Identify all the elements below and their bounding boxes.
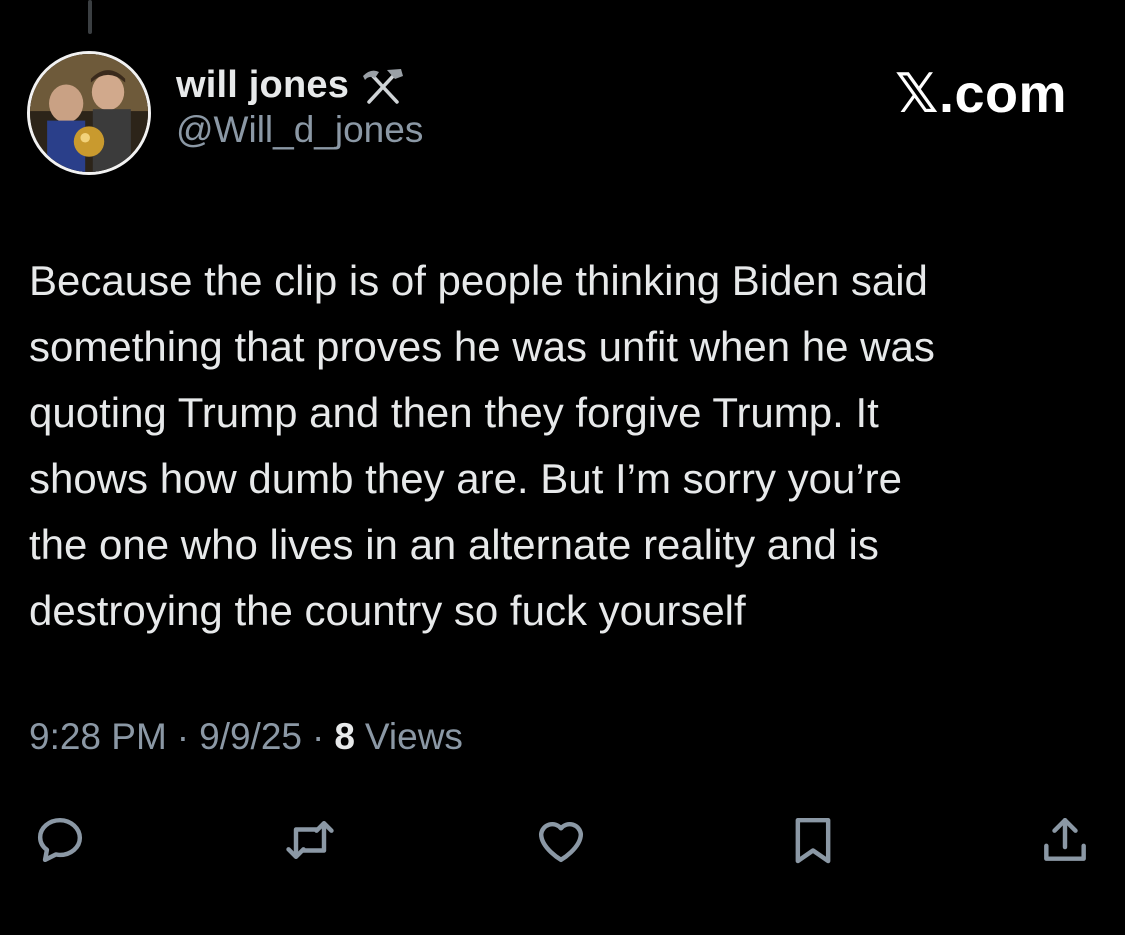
tweet-date[interactable]: 9/9/25 [199, 716, 302, 758]
brand-logo: 𝕏.com [894, 64, 1067, 124]
tweet-actions [0, 800, 1125, 880]
views-label: Views [364, 716, 463, 757]
display-name[interactable]: will jones [176, 64, 349, 107]
reply-button[interactable] [30, 810, 90, 870]
tweet-meta: 9:28 PM · 9/9/25 · 8 Views [29, 716, 463, 758]
hammer-pick-icon [357, 66, 409, 106]
avatar[interactable] [27, 51, 151, 175]
meta-separator: · [312, 716, 325, 757]
avatar-image [30, 54, 148, 172]
meta-separator: · [176, 716, 190, 757]
repost-button[interactable] [280, 810, 340, 870]
share-button[interactable] [1035, 810, 1095, 870]
share-icon [1044, 817, 1086, 861]
thread-connector-line [88, 0, 92, 34]
reply-icon [37, 817, 83, 863]
bookmark-icon [795, 817, 831, 864]
heart-icon [538, 821, 584, 863]
views-count: 8 [334, 716, 355, 757]
user-handle[interactable]: @Will_d_jones [176, 109, 423, 151]
author-info: will jones @Will_d_jones [176, 64, 423, 151]
tweet-time[interactable]: 9:28 PM [29, 716, 167, 758]
repost-icon [286, 820, 334, 860]
like-button[interactable] [531, 810, 591, 870]
bookmark-button[interactable] [783, 810, 843, 870]
tweet-text: Because the clip is of people thinking B… [29, 257, 935, 634]
